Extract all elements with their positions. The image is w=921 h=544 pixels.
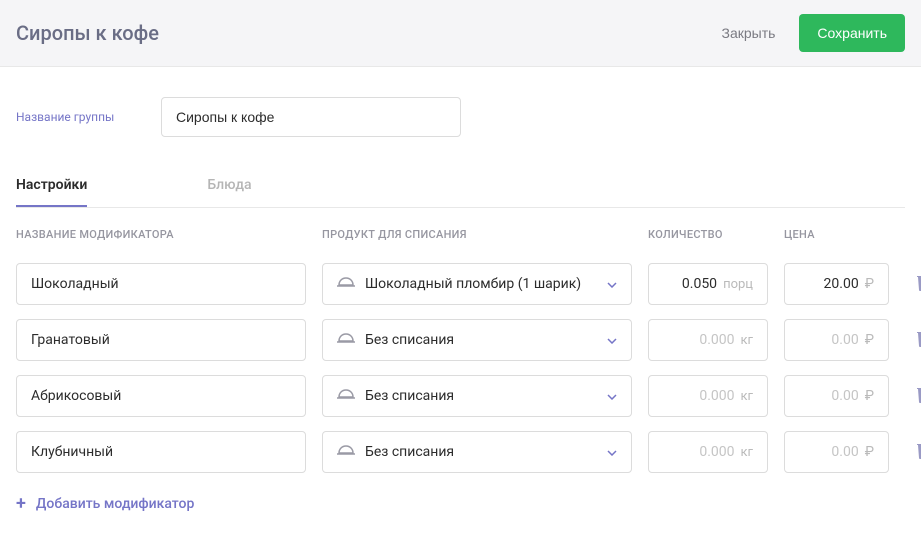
modifier-name-input[interactable] (31, 276, 291, 292)
group-name-input[interactable] (161, 97, 461, 137)
delete-row-button[interactable] (905, 329, 921, 351)
price-input[interactable] (799, 388, 859, 404)
modifier-name-input[interactable] (31, 388, 291, 404)
modifier-row: Без списания кг ₽ (16, 431, 905, 473)
modifier-name-cell[interactable] (16, 375, 306, 417)
quantity-unit: кг (741, 445, 754, 460)
product-select[interactable]: Без списания (322, 375, 632, 417)
product-select[interactable]: Без списания (322, 431, 632, 473)
quantity-input[interactable] (663, 388, 735, 404)
price-input[interactable] (799, 444, 859, 460)
quantity-cell[interactable]: порц (648, 263, 768, 305)
group-name-row: Название группы (16, 97, 905, 137)
dish-icon (337, 443, 355, 461)
chevron-down-icon (607, 444, 617, 460)
tabs: Настройки Блюда (16, 165, 905, 208)
add-modifier-button[interactable]: + Добавить модификатор (16, 487, 905, 520)
trash-icon (917, 441, 921, 463)
delete-row-button[interactable] (905, 441, 921, 463)
save-button[interactable]: Сохранить (799, 14, 905, 52)
modifier-name-input[interactable] (31, 332, 291, 348)
plus-icon: + (16, 493, 26, 514)
quantity-unit: кг (741, 333, 754, 348)
quantity-unit: кг (741, 389, 754, 404)
col-price: ЦЕНА (784, 228, 889, 241)
product-select[interactable]: Без списания (322, 319, 632, 361)
modifier-name-input[interactable] (31, 444, 291, 460)
quantity-input[interactable] (663, 276, 717, 292)
price-cell[interactable]: ₽ (784, 375, 889, 417)
quantity-unit: порц (723, 277, 753, 292)
col-product: ПРОДУКТ ДЛЯ СПИСАНИЯ (322, 228, 632, 241)
close-button[interactable]: Закрыть (710, 15, 788, 51)
dish-icon (337, 275, 355, 293)
chevron-down-icon (607, 388, 617, 404)
currency-symbol: ₽ (865, 444, 874, 460)
quantity-cell[interactable]: кг (648, 319, 768, 361)
product-select[interactable]: Шоколадный пломбир (1 шарик) (322, 263, 632, 305)
quantity-cell[interactable]: кг (648, 375, 768, 417)
modifier-name-cell[interactable] (16, 263, 306, 305)
page-header: Сиропы к кофе Закрыть Сохранить (0, 0, 921, 67)
tab-settings[interactable]: Настройки (16, 165, 87, 207)
content-area: Название группы Настройки Блюда НАЗВАНИЕ… (0, 67, 921, 544)
modifier-row: Без списания кг ₽ (16, 319, 905, 361)
dish-icon (337, 331, 355, 349)
quantity-input[interactable] (663, 332, 735, 348)
add-modifier-label: Добавить модификатор (36, 496, 194, 512)
modifier-row: Шоколадный пломбир (1 шарик) порц ₽ (16, 263, 905, 305)
tab-dishes[interactable]: Блюда (207, 165, 251, 207)
chevron-down-icon (607, 332, 617, 348)
price-cell[interactable]: ₽ (784, 431, 889, 473)
trash-icon (917, 329, 921, 351)
modifier-row: Без списания кг ₽ (16, 375, 905, 417)
col-name: НАЗВАНИЕ МОДИФИКАТОРА (16, 228, 306, 241)
delete-row-button[interactable] (905, 385, 921, 407)
page-title: Сиропы к кофе (16, 21, 159, 45)
rows-container: Шоколадный пломбир (1 шарик)порц₽Без спи… (16, 263, 905, 473)
product-label: Шоколадный пломбир (1 шарик) (365, 276, 581, 292)
header-actions: Закрыть Сохранить (710, 14, 906, 52)
price-cell[interactable]: ₽ (784, 263, 889, 305)
chevron-down-icon (607, 276, 617, 292)
modifier-name-cell[interactable] (16, 431, 306, 473)
product-label: Без списания (365, 332, 454, 348)
group-name-label: Название группы (16, 110, 121, 124)
product-label: Без списания (365, 388, 454, 404)
delete-row-button[interactable] (905, 273, 921, 295)
quantity-input[interactable] (663, 444, 735, 460)
trash-icon (917, 273, 921, 295)
trash-icon (917, 385, 921, 407)
col-qty: КОЛИЧЕСТВО (648, 228, 768, 241)
table-header: НАЗВАНИЕ МОДИФИКАТОРА ПРОДУКТ ДЛЯ СПИСАН… (16, 228, 905, 253)
price-input[interactable] (799, 332, 859, 348)
dish-icon (337, 387, 355, 405)
price-cell[interactable]: ₽ (784, 319, 889, 361)
currency-symbol: ₽ (865, 388, 874, 404)
modifier-name-cell[interactable] (16, 319, 306, 361)
price-input[interactable] (799, 276, 859, 292)
currency-symbol: ₽ (865, 276, 874, 292)
currency-symbol: ₽ (865, 332, 874, 348)
product-label: Без списания (365, 444, 454, 460)
quantity-cell[interactable]: кг (648, 431, 768, 473)
